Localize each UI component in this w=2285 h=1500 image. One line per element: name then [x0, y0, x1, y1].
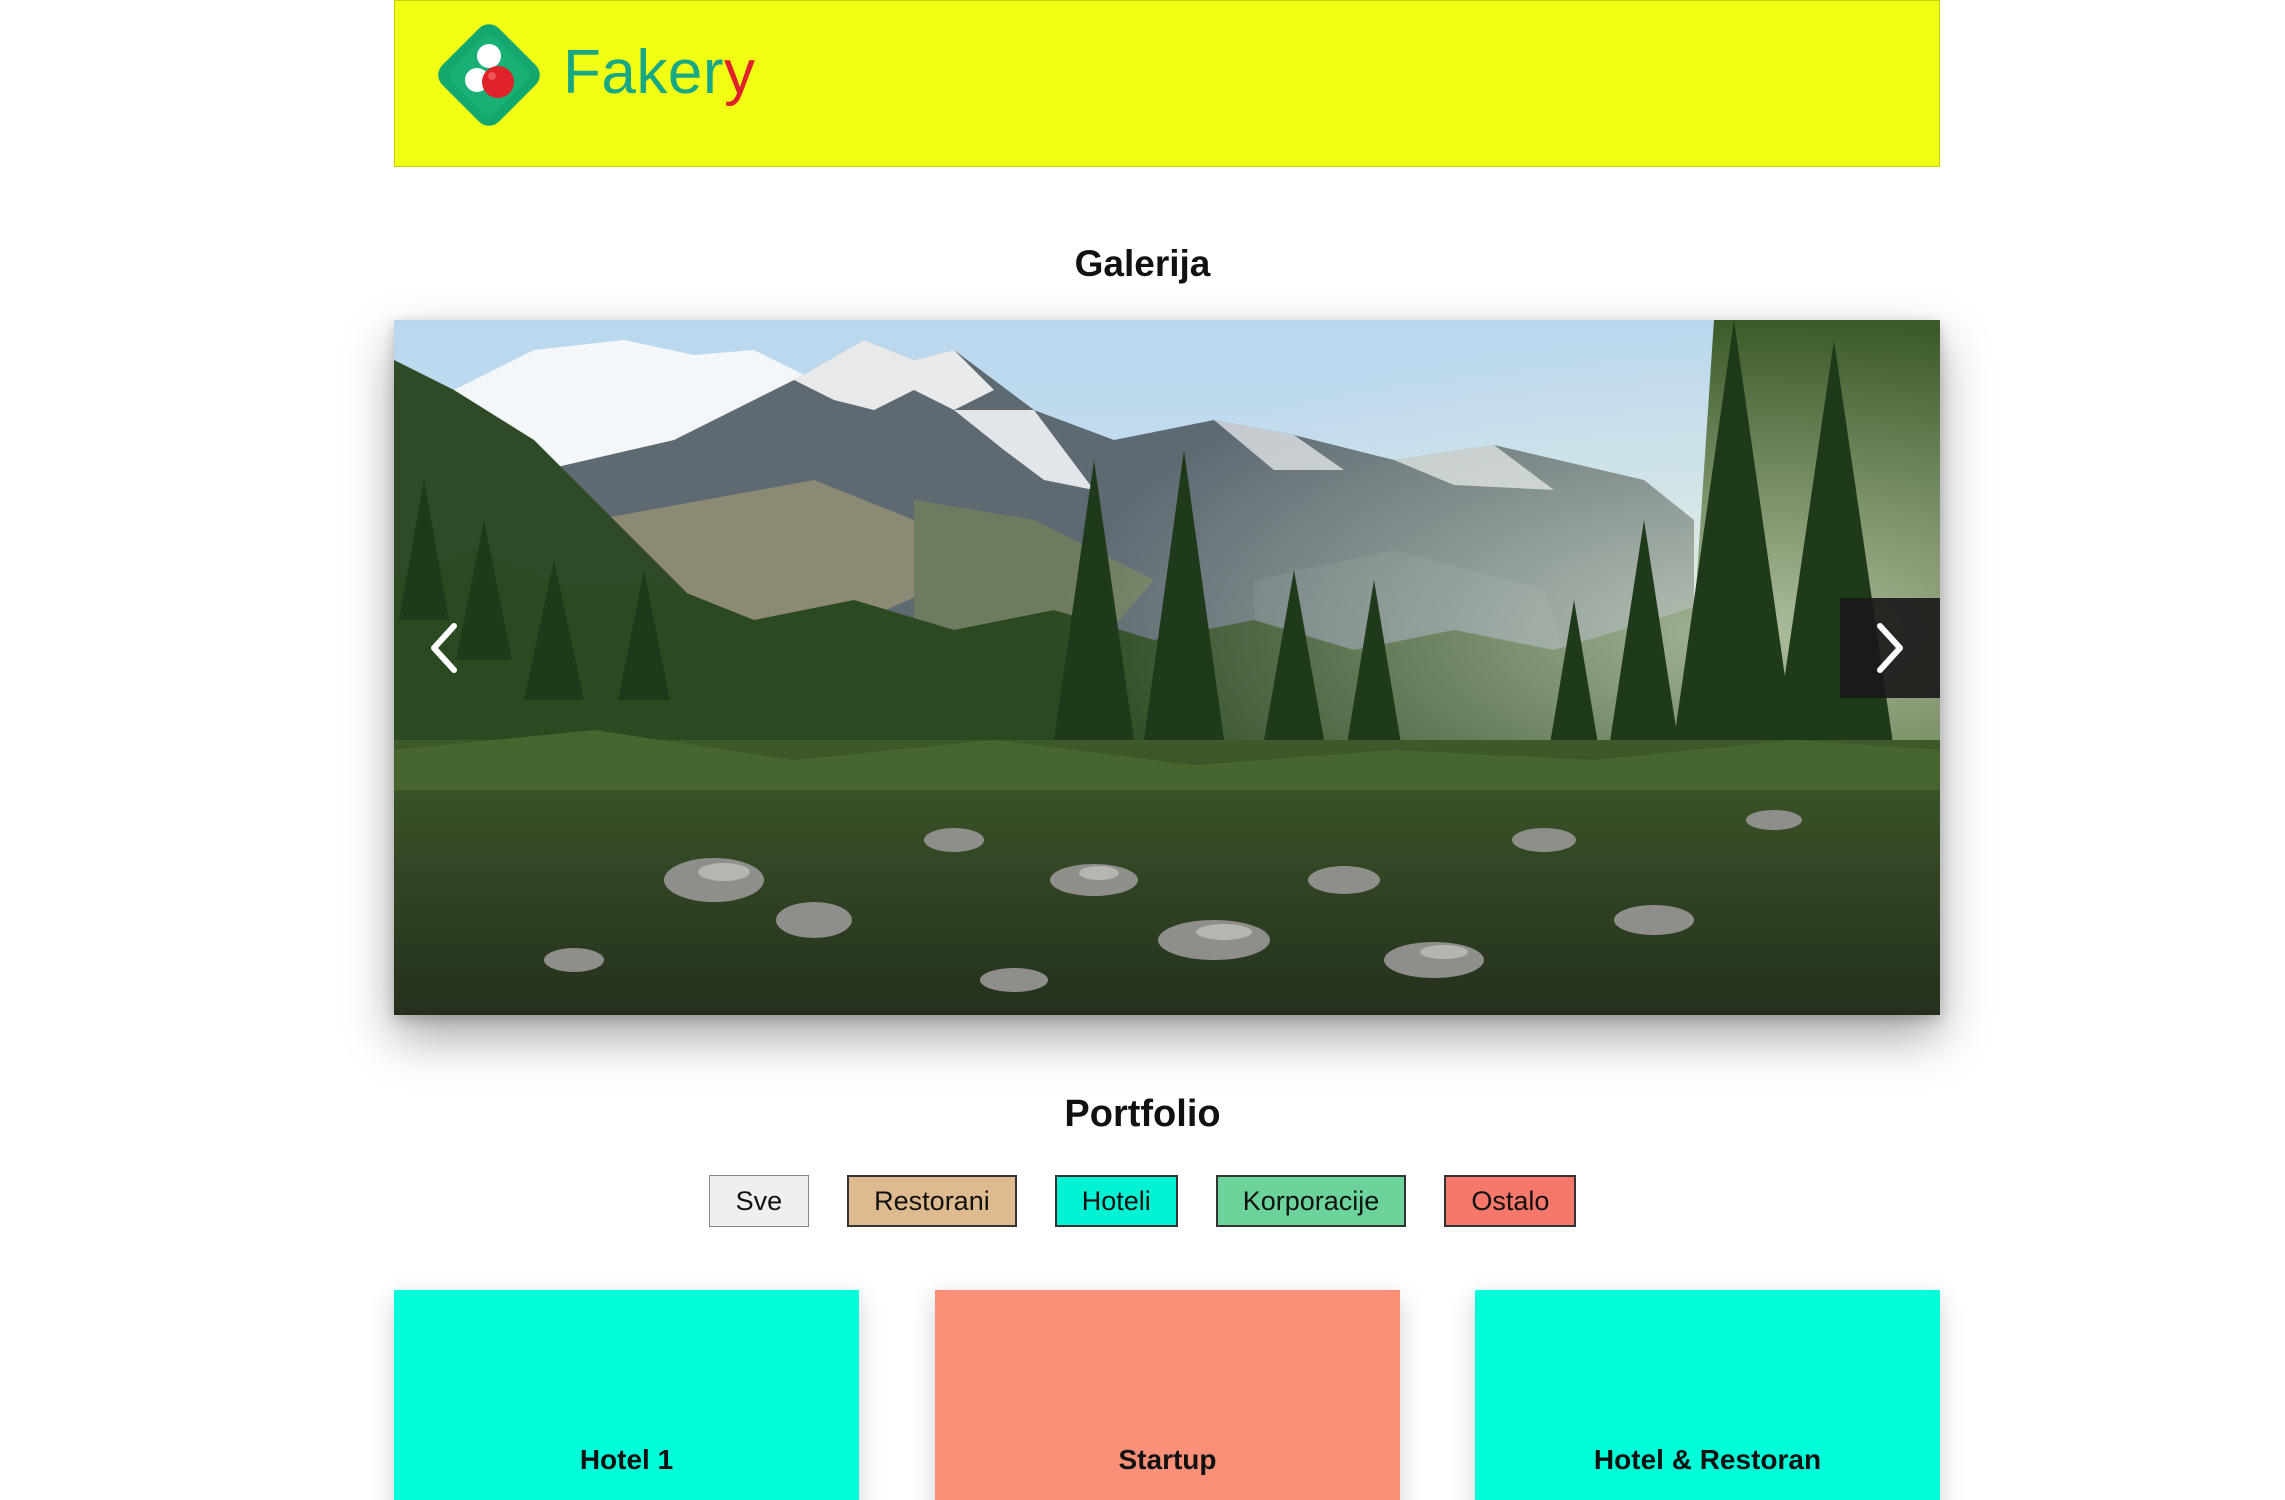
filter-restorani-button[interactable]: Restorani: [847, 1175, 1017, 1227]
carousel-image: [394, 320, 1940, 1015]
portfolio-card-startup[interactable]: Startup: [935, 1290, 1400, 1500]
chevron-right-icon: [1877, 623, 1903, 673]
page: Fakery Galerija Portfolio Sve Restorani …: [0, 0, 2285, 1500]
chevron-left-icon: [431, 623, 457, 673]
filter-ostalo-button[interactable]: Ostalo: [1444, 1175, 1577, 1227]
portfolio-card-hotel-restoran[interactable]: Hotel & Restoran: [1475, 1290, 1940, 1500]
carousel-next-button[interactable]: [1840, 598, 1940, 698]
portfolio-filters: Sve Restorani Hoteli Korporacije Ostalo: [0, 1175, 2285, 1227]
portfolio-card-label: Startup: [1118, 1444, 1217, 1475]
gallery-carousel[interactable]: [394, 320, 1940, 1015]
carousel-prev-button[interactable]: [394, 598, 494, 698]
portfolio-title: Portfolio: [1064, 1093, 1221, 1135]
portfolio-grid: Hotel 1 Startup Hotel & Restoran: [394, 1290, 1940, 1500]
filter-hoteli-button[interactable]: Hoteli: [1054, 1175, 1178, 1227]
portfolio-card-label: Hotel 1: [579, 1444, 674, 1475]
portfolio-card-label: Hotel & Restoran: [1593, 1444, 1822, 1475]
gallery-title: Galerija: [1074, 243, 1211, 284]
filter-korporacije-button[interactable]: Korporacije: [1215, 1175, 1407, 1227]
brand-name[interactable]: Fakery: [563, 38, 755, 108]
portfolio-card-hotel-1[interactable]: Hotel 1: [394, 1290, 859, 1500]
brand-name-accent: y: [723, 38, 756, 107]
brand-name-main: Faker: [563, 38, 724, 107]
filter-sve-button[interactable]: Sve: [708, 1175, 810, 1227]
logo-icon[interactable]: [432, 18, 546, 132]
